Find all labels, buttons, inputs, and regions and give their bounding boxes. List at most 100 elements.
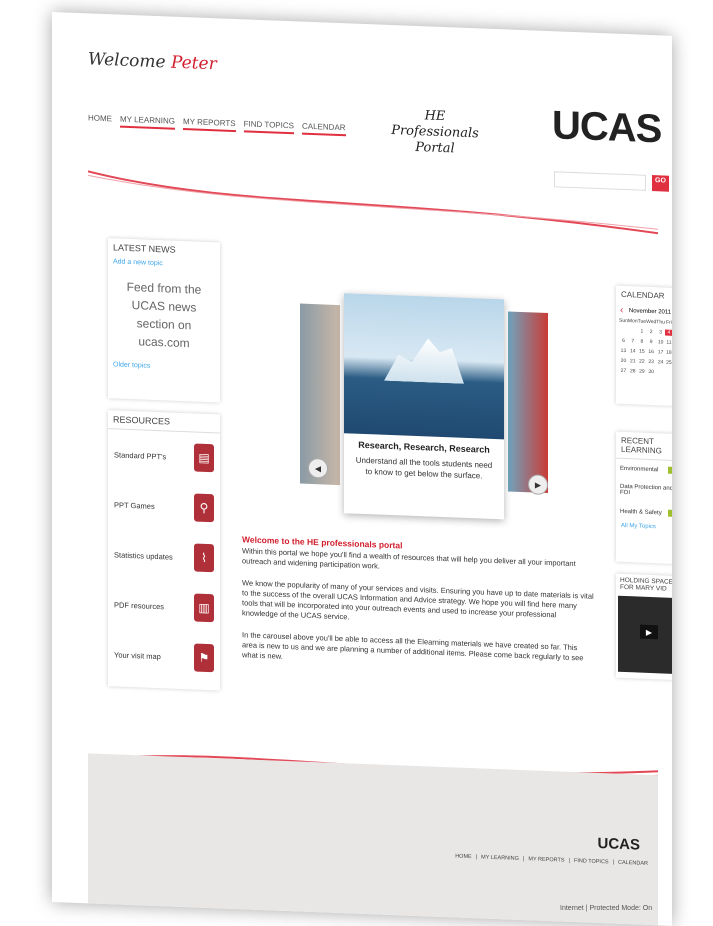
calendar-day[interactable]: 10	[656, 339, 665, 345]
footer-nav-calendar[interactable]: CALENDAR	[618, 860, 648, 867]
user-name: Peter	[170, 52, 217, 75]
calendar-day[interactable]: 8	[638, 338, 646, 345]
browser-status-bar: Internet | Protected Mode: On	[0, 905, 713, 921]
nav-calendar[interactable]: CALENDAR	[301, 121, 346, 137]
recent-learning-item[interactable]: Data Protection and FOI	[616, 478, 672, 505]
calendar-day[interactable]: 11	[665, 340, 672, 346]
carousel-next-button[interactable]: ▶	[528, 474, 548, 496]
main-nav: HOME MY LEARNING MY REPORTS FIND TOPICS …	[88, 113, 346, 137]
calendar-weekday: Wed	[646, 318, 657, 326]
calendar-day[interactable]: 1	[638, 328, 646, 335]
calendar-day[interactable]: 21	[628, 358, 638, 364]
calendar-panel: CALENDAR ‹ November 2011 › SunMonTueWedT…	[616, 285, 672, 407]
news-feed-text: Feed from the UCAS news section on ucas.…	[126, 279, 202, 351]
resource-label: PDF resources	[114, 599, 165, 611]
elearning-carousel: Research, Research, Research Understand …	[292, 287, 562, 527]
document-icon: ▥	[194, 593, 214, 623]
footer-nav-home[interactable]: HOME	[455, 853, 472, 860]
resource-label: PPT Games	[114, 499, 155, 511]
chart-icon: ⌇	[194, 543, 214, 573]
portal-title: HE Professionals Portal	[390, 107, 480, 158]
resource-label: Statistics updates	[114, 549, 173, 562]
portal-title-line2: Professionals	[391, 123, 479, 142]
calendar-grid: SunMonTueWedThuFriSat1234567891011121314…	[616, 318, 672, 381]
resource-item[interactable]: Statistics updates ⌇	[108, 529, 220, 583]
carousel-side-slide[interactable]	[508, 311, 548, 494]
iceberg-image	[344, 293, 504, 440]
calendar-day[interactable]: 16	[646, 349, 656, 355]
calendar-day[interactable]: 25	[665, 360, 672, 366]
chevron-left-icon[interactable]: ‹	[620, 305, 623, 316]
calendar-day	[656, 369, 665, 375]
calendar-day[interactable]: 14	[628, 348, 638, 354]
chevron-left-icon: ◀	[314, 463, 322, 473]
footer-nav-my-reports[interactable]: MY REPORTS	[528, 856, 564, 863]
calendar-day[interactable]: 3	[656, 329, 665, 335]
portal-page: Welcome Peter HOME MY LEARNING MY REPORT…	[52, 12, 672, 926]
calendar-day[interactable]: 28	[628, 368, 638, 374]
calendar-day[interactable]: 22	[638, 358, 646, 365]
welcome-label: Welcome	[88, 49, 166, 73]
nav-home[interactable]: HOME	[88, 113, 112, 127]
video-player[interactable]: ▶	[618, 595, 672, 675]
recent-learning-panel: RECENT LEARNING Environmental Data Prote…	[616, 431, 672, 565]
slide-description: Understand all the tools students need t…	[355, 455, 493, 481]
calendar-day[interactable]: 6	[619, 338, 628, 344]
footer-nav-my-learning[interactable]: MY LEARNING	[481, 854, 519, 861]
calendar-day[interactable]: 17	[656, 349, 665, 355]
calendar-day[interactable]: 13	[619, 348, 628, 354]
resource-item[interactable]: Standard PPT's ▤	[108, 429, 220, 483]
carousel-prev-button[interactable]: ◀	[308, 457, 328, 479]
page-footer: UCAS HOME | MY LEARNING | MY REPORTS | FIND…	[88, 753, 658, 926]
presentation-icon: ▤	[194, 443, 214, 473]
nav-my-reports[interactable]: MY REPORTS	[182, 117, 236, 133]
resource-label: Standard PPT's	[114, 449, 167, 461]
calendar-day[interactable]: 27	[619, 368, 628, 374]
nav-find-topics[interactable]: FIND TOPICS	[243, 119, 294, 135]
recent-learning-title: RECENT LEARNING	[616, 431, 672, 462]
footer-nav: HOME | MY LEARNING | MY REPORTS | FIND TOPI…	[455, 853, 648, 867]
recent-learning-label: Health & Safety	[620, 508, 662, 516]
welcome-content: Welcome to the HE professionals portal W…	[242, 534, 594, 686]
welcome-message: Welcome Peter	[88, 49, 217, 74]
all-my-topics-link[interactable]: All My Topics	[616, 521, 672, 534]
resource-item[interactable]: PPT Games ⚲	[108, 479, 220, 533]
carousel-main-slide[interactable]: Research, Research, Research Understand …	[344, 293, 504, 520]
play-icon[interactable]: ▶	[640, 624, 658, 640]
nav-my-learning[interactable]: MY LEARNING	[120, 114, 175, 130]
calendar-day[interactable]: 2	[646, 329, 656, 335]
calendar-weekday: Tue	[637, 318, 647, 325]
game-icon: ⚲	[194, 493, 214, 523]
calendar-day	[619, 328, 628, 334]
calendar-day[interactable]: 23	[646, 359, 656, 365]
calendar-day[interactable]: 24	[656, 359, 665, 365]
calendar-month: November 2011	[628, 307, 672, 316]
calendar-day[interactable]: 7	[628, 338, 638, 344]
calendar-day[interactable]: 18	[665, 350, 672, 356]
calendar-day[interactable]: 29	[638, 368, 646, 375]
calendar-day[interactable]: 4	[664, 329, 672, 336]
resources-panel: RESOURCES Standard PPT's ▤ PPT Games ⚲ S…	[108, 410, 220, 691]
calendar-day[interactable]: 30	[646, 369, 656, 375]
progress-indicator	[668, 509, 672, 518]
resource-label: Your visit map	[114, 649, 161, 661]
progress-indicator	[668, 466, 672, 475]
chevron-right-icon: ▶	[534, 480, 542, 490]
calendar-weekday: Thu	[656, 319, 665, 326]
recent-learning-label: Data Protection and FOI	[620, 483, 672, 497]
content-paragraph: In the carousel above you'll be able to …	[242, 630, 584, 663]
video-title: HOLDING SPACE FOR MARY VID	[620, 576, 672, 593]
calendar-weekday: Fri	[666, 319, 672, 326]
footer-nav-find-topics[interactable]: FIND TOPICS	[574, 858, 609, 865]
resource-item[interactable]: PDF resources ▥	[108, 579, 220, 633]
content-paragraph: We know the popularity of many of your s…	[242, 578, 594, 622]
calendar-weekday: Sun	[619, 317, 628, 325]
calendar-day	[665, 370, 672, 376]
calendar-day[interactable]: 15	[638, 348, 646, 355]
iceberg-shape	[384, 337, 464, 384]
calendar-day[interactable]: 9	[646, 339, 656, 345]
resource-item[interactable]: Your visit map ⚑	[108, 629, 220, 683]
calendar-day[interactable]: 20	[619, 358, 628, 364]
latest-news-panel: LATEST NEWS Add a new topic Feed from th…	[108, 238, 220, 403]
status-text: Internet | Protected Mode: On	[560, 905, 653, 912]
